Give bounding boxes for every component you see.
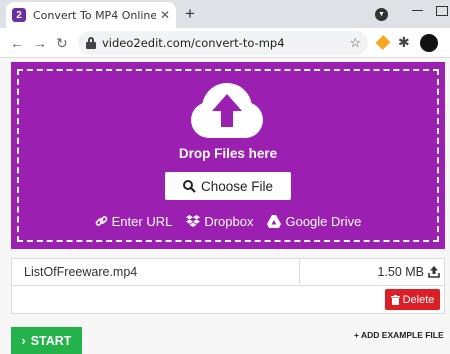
upload-source-links: Enter URL Dropbox Google Drive — [11, 214, 445, 229]
dropbox-label: Dropbox — [204, 214, 254, 229]
maximize-icon[interactable] — [436, 6, 448, 16]
site-favicon-icon: 2 — [12, 8, 26, 22]
search-icon — [182, 179, 196, 193]
delete-button[interactable]: Delete — [385, 289, 440, 310]
tab-close-icon[interactable]: ✕ — [160, 8, 170, 22]
forward-icon[interactable]: → — [33, 35, 47, 51]
column-divider — [299, 259, 300, 286]
google-drive-label: Google Drive — [285, 214, 362, 229]
upload-icon[interactable] — [428, 266, 440, 278]
browser-tab-bar: 2 Convert To MP4 Online - Free vi ✕ + ▼ — [0, 0, 450, 28]
drop-files-text: Drop Files here — [178, 146, 278, 161]
add-example-label: ADD EXAMPLE FILE — [361, 330, 444, 340]
start-label: START — [30, 333, 72, 348]
delete-label: Delete — [402, 293, 435, 306]
tab-search-icon[interactable]: ▼ — [375, 8, 388, 21]
enter-url-link[interactable]: Enter URL — [95, 214, 173, 229]
choose-file-button[interactable]: Choose File — [165, 172, 291, 200]
back-icon[interactable]: ← — [10, 35, 24, 51]
browser-tab[interactable]: 2 Convert To MP4 Online - Free vi ✕ — [6, 2, 176, 28]
start-button[interactable]: › START — [11, 327, 82, 354]
plus-icon: + — [354, 330, 362, 340]
profile-avatar[interactable] — [420, 34, 438, 52]
minimize-icon[interactable] — [412, 10, 423, 11]
new-tab-button[interactable]: + — [180, 4, 200, 24]
cloud-upload-icon — [191, 83, 263, 138]
file-name: ListOfFreeware.mp4 — [24, 265, 138, 279]
chevron-right-icon: › — [21, 333, 26, 348]
dropbox-link[interactable]: Dropbox — [186, 214, 253, 229]
extension-tag-icon[interactable] — [375, 35, 391, 50]
file-list: ListOfFreeware.mp4 1.50 MB Delete — [11, 258, 445, 314]
file-row: ListOfFreeware.mp4 1.50 MB — [12, 259, 444, 286]
reload-icon[interactable]: ↻ — [56, 35, 68, 51]
bookmark-star-icon[interactable]: ☆ — [349, 35, 361, 51]
link-icon — [95, 216, 108, 226]
address-bar[interactable]: video2edit.com/convert-to-mp4 ☆ — [78, 31, 368, 55]
choose-file-label: Choose File — [200, 178, 274, 194]
extensions-puzzle-icon[interactable]: ✱ — [398, 34, 410, 51]
browser-toolbar: ← → ↻ video2edit.com/convert-to-mp4 ☆ ✱ — [0, 28, 450, 58]
google-drive-icon — [267, 215, 282, 228]
enter-url-label: Enter URL — [111, 214, 173, 229]
trash-icon — [390, 294, 400, 305]
dropbox-icon — [186, 215, 201, 227]
lock-icon — [86, 37, 96, 49]
file-size: 1.50 MB — [377, 265, 424, 279]
google-drive-link[interactable]: Google Drive — [267, 214, 361, 229]
tab-title: Convert To MP4 Online - Free vi — [33, 8, 156, 22]
add-example-file-link[interactable]: + ADD EXAMPLE FILE — [354, 330, 444, 340]
url-text: video2edit.com/convert-to-mp4 — [102, 36, 285, 50]
upload-dropzone[interactable]: Drop Files here Choose File Enter URL Dr… — [11, 62, 445, 249]
